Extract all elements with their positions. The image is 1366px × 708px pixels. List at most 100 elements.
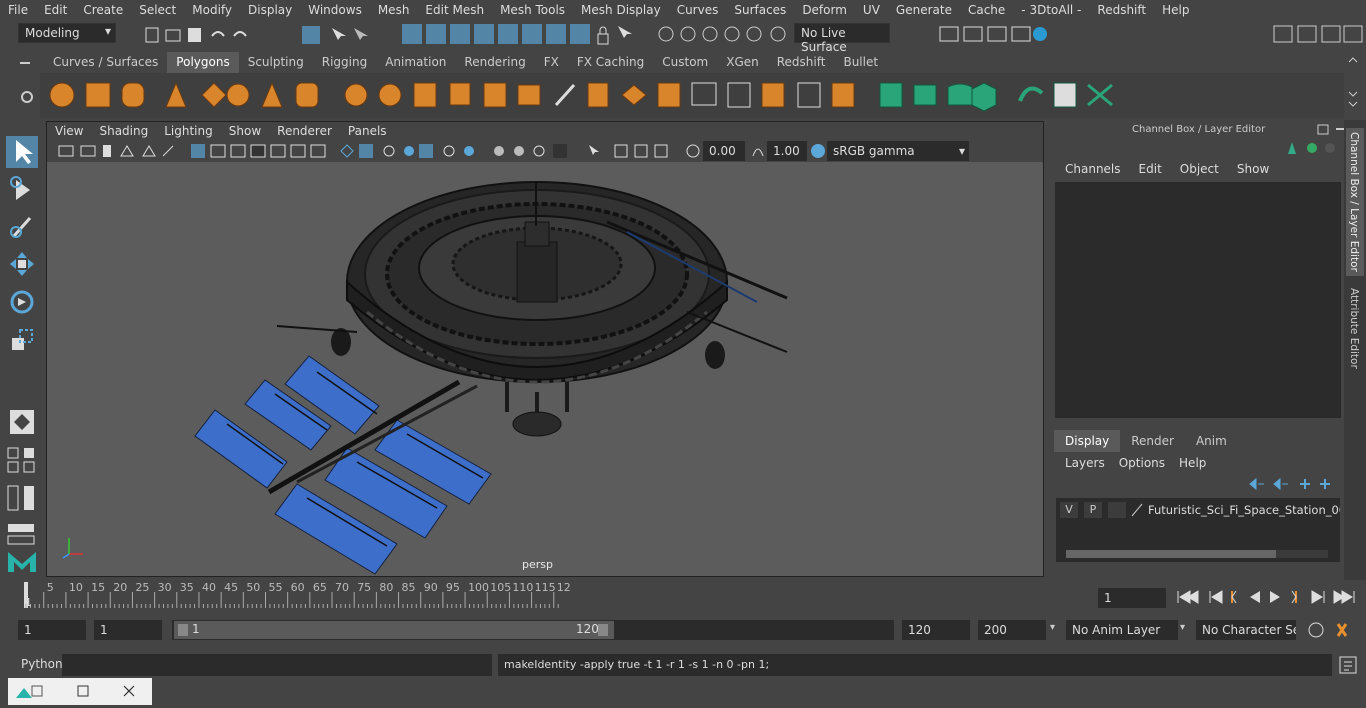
character-set-field[interactable]: No Character Set (1196, 620, 1296, 640)
paint-tool-button[interactable] (6, 210, 38, 242)
color-space-dropdown[interactable]: sRGB gamma ▾ (827, 141, 969, 161)
channel-menu-show[interactable]: Show (1228, 162, 1278, 176)
file-toolbar-icons[interactable] (140, 24, 400, 46)
attribute-editor-side-tab[interactable]: Attribute Editor (1346, 284, 1364, 374)
shelf-tab-curves-surfaces[interactable]: Curves / Surfaces (44, 52, 167, 73)
viewport-menu-lighting[interactable]: Lighting (156, 122, 221, 140)
script-language-label[interactable]: Python (21, 657, 63, 671)
menu-cache[interactable]: Cache (960, 0, 1013, 20)
shelf-tab-animation[interactable]: Animation (376, 52, 455, 73)
menu-display[interactable]: Display (240, 0, 300, 20)
layer-scrollbar-thumb[interactable] (1066, 550, 1276, 558)
window-controls[interactable] (8, 678, 152, 705)
shelf-tab-redshift[interactable]: Redshift (768, 52, 835, 73)
shelf-tab-rigging[interactable]: Rigging (313, 52, 376, 73)
viewport-tool-icons[interactable] (55, 142, 735, 160)
layer-menu-help[interactable]: Help (1172, 456, 1213, 470)
anim-layer-field[interactable]: No Anim Layer (1066, 620, 1178, 640)
time-slider-ruler[interactable]: 5 10 15 20 25 30 35 40 45 50 55 60 65 70 75 80 85 90 95 100… (20, 581, 1090, 610)
chevron-down-icon[interactable]: ▾ (1050, 622, 1055, 633)
playback-controls[interactable] (1172, 586, 1362, 608)
menu-create[interactable]: Create (75, 0, 131, 20)
channel-menu-object[interactable]: Object (1171, 162, 1228, 176)
anim-pref-icons[interactable] (1304, 620, 1360, 640)
menu-3dtoall[interactable]: - 3DtoAll - (1013, 0, 1089, 20)
shelf-tab-polygons[interactable]: Polygons (167, 52, 239, 73)
layout-columns-button[interactable] (6, 482, 38, 514)
layer-action-icons[interactable] (1248, 476, 1338, 492)
layer-tab-render[interactable]: Render (1120, 430, 1185, 452)
channel-box-side-tab[interactable]: Channel Box / Layer Editor (1346, 128, 1364, 276)
space-station-model[interactable] (47, 162, 1043, 576)
menu-uv[interactable]: UV (855, 0, 888, 20)
range-slider-handle[interactable]: 1 120 (174, 621, 614, 639)
range-slider-start-grip[interactable] (178, 624, 188, 636)
shelf-tab-fx-caching[interactable]: FX Caching (568, 52, 653, 73)
shelf-tab-xgen[interactable]: XGen (717, 52, 768, 73)
shelf-settings-gear-icon[interactable] (18, 88, 36, 106)
shelf-tab-rendering[interactable]: Rendering (455, 52, 534, 73)
rotate-tool-button[interactable] (6, 286, 38, 318)
menu-select[interactable]: Select (131, 0, 184, 20)
menu-edit-mesh[interactable]: Edit Mesh (417, 0, 492, 20)
layer-name[interactable]: Futuristic_Sci_Fi_Space_Station_001_l (1148, 502, 1340, 518)
shelf-menu-icon[interactable] (18, 56, 32, 70)
shelf-tab-bullet[interactable]: Bullet (834, 52, 887, 73)
viewport-canvas[interactable]: persp (47, 162, 1043, 576)
move-tool-button[interactable] (6, 248, 38, 280)
channel-box-mode-icons[interactable] (1284, 140, 1344, 156)
channel-box-area[interactable] (1055, 182, 1341, 418)
layer-scrollbar[interactable] (1066, 550, 1328, 558)
menu-mesh-display[interactable]: Mesh Display (573, 0, 669, 20)
shelf-icons[interactable] (40, 73, 1344, 118)
script-editor-icon[interactable] (1338, 655, 1358, 675)
layer-visibility-toggle[interactable]: V (1060, 502, 1078, 518)
viewport-menu-show[interactable]: Show (221, 122, 269, 140)
range-slider-end-grip[interactable] (598, 624, 608, 636)
menu-mesh-tools[interactable]: Mesh Tools (492, 0, 573, 20)
shelf-scroll-icons[interactable] (1346, 56, 1360, 110)
scale-tool-button[interactable] (6, 324, 38, 356)
animation-end-field[interactable]: 200 (978, 620, 1046, 640)
selection-mask-icons[interactable] (398, 22, 638, 48)
animation-start-field[interactable]: 1 (18, 620, 86, 640)
menu-modify[interactable]: Modify (184, 0, 240, 20)
current-frame-field[interactable]: 1 (1098, 588, 1166, 608)
snap-icons[interactable] (654, 22, 794, 48)
channel-menu-channels[interactable]: Channels (1056, 162, 1130, 176)
show-manipulator-button[interactable] (6, 406, 38, 438)
render-icons[interactable] (936, 22, 1056, 48)
exposure-field[interactable]: 0.00 (703, 141, 745, 161)
workspace-dropdown[interactable]: Modeling ▾ (18, 23, 116, 43)
viewport-menu-renderer[interactable]: Renderer (269, 122, 340, 140)
menu-curves[interactable]: Curves (669, 0, 727, 20)
layout-quad-button[interactable] (6, 444, 38, 476)
playback-end-field[interactable]: 120 (902, 620, 970, 640)
layer-color-icon[interactable] (1130, 502, 1144, 518)
menu-redshift[interactable]: Redshift (1089, 0, 1154, 20)
perspective-viewport[interactable]: View Shading Lighting Show Renderer Panels (46, 121, 1044, 577)
menu-windows[interactable]: Windows (300, 0, 370, 20)
menu-file[interactable]: File (0, 0, 36, 20)
command-input[interactable] (62, 654, 492, 676)
playback-start-field[interactable]: 1 (94, 620, 162, 640)
shelf-tab-sculpting[interactable]: Sculpting (239, 52, 313, 73)
menu-generate[interactable]: Generate (888, 0, 960, 20)
lasso-tool-button[interactable] (6, 174, 38, 206)
layer-menu-layers[interactable]: Layers (1058, 456, 1112, 470)
select-tool-button[interactable] (6, 136, 38, 168)
menu-help[interactable]: Help (1154, 0, 1197, 20)
time-slider[interactable]: 5 10 15 20 25 30 35 40 45 50 55 60 65 70 75 80 85 90 95 100… (20, 581, 1090, 610)
channel-menu-edit[interactable]: Edit (1130, 162, 1171, 176)
gamma-field[interactable]: 1.00 (767, 141, 807, 161)
viewport-menu-shading[interactable]: Shading (91, 122, 156, 140)
menu-mesh[interactable]: Mesh (370, 0, 418, 20)
layer-tab-display[interactable]: Display (1054, 430, 1121, 452)
shelf-tab-fx[interactable]: FX (535, 52, 568, 73)
range-slider[interactable]: 1 120 (172, 620, 894, 640)
layer-menu-options[interactable]: Options (1112, 456, 1172, 470)
panel-toggle-icons[interactable] (1270, 22, 1366, 48)
viewport-menu-view[interactable]: View (47, 122, 91, 140)
chevron-down-icon[interactable]: ▾ (1180, 622, 1185, 633)
menu-edit[interactable]: Edit (36, 0, 75, 20)
